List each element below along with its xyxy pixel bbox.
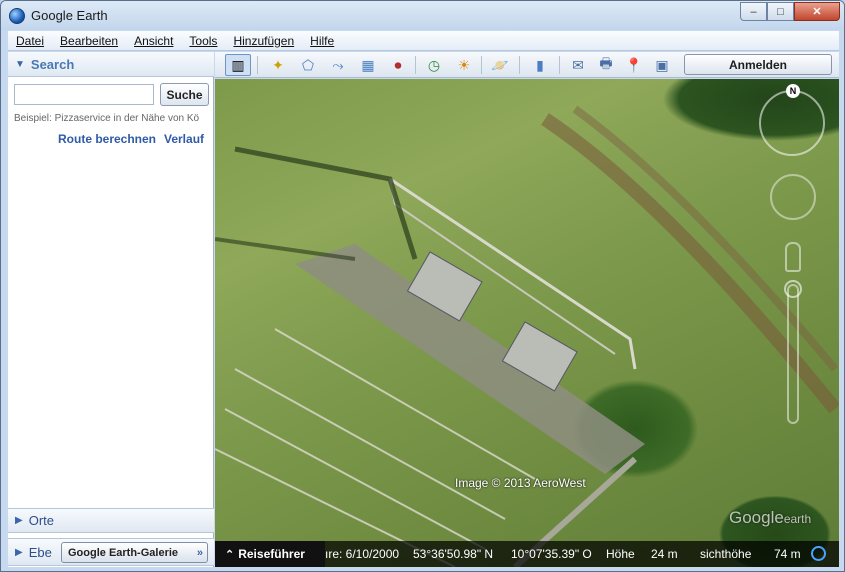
google-earth-watermark: Googleearth: [729, 508, 811, 528]
window-title: Google Earth: [31, 8, 108, 23]
aerial-imagery: [215, 105, 839, 567]
record-tour-icon[interactable]: ⏺: [385, 54, 411, 76]
streaming-progress-icon: [811, 546, 826, 561]
expand-triangle-icon: ▶: [15, 515, 23, 526]
navigation-controls: N: [755, 84, 835, 434]
toolbar-separator: [257, 56, 258, 74]
compass-ring[interactable]: [759, 90, 825, 156]
menu-tools[interactable]: Tools: [181, 34, 225, 48]
toolbar-separator: [519, 56, 520, 74]
sidebar-toggle-icon[interactable]: ▥: [225, 54, 251, 76]
zoom-in-icon[interactable]: [784, 280, 802, 298]
minimize-button[interactable]: –: [740, 2, 767, 21]
eye-altitude-value: 74 m: [774, 547, 801, 561]
search-example-hint: Beispiel: Pizzaservice in der Nähe von K…: [14, 113, 200, 124]
planets-icon[interactable]: 🪐: [487, 54, 513, 76]
collapse-triangle-icon: ▼: [15, 58, 25, 70]
eye-altitude-label: sichthöhe: [700, 547, 752, 561]
toolbar-separator: [415, 56, 416, 74]
status-bar: ⌃ Reiseführer ıre: 6/10/2000 53°36'50.98…: [215, 541, 839, 567]
imagery-date: ıre: 6/10/2000: [325, 547, 400, 561]
watermark-text: Google: [729, 508, 784, 527]
close-button[interactable]: ✕: [794, 2, 840, 21]
title-bar[interactable]: Google Earth – □ ✕: [1, 1, 844, 30]
menu-help[interactable]: Hilfe: [302, 34, 342, 48]
main-toolbar: ▥ ✦ ⬠ ⤳ ▦ ⏺ ◷ ☀ 🪐 ▮ ✉ 🖶 📍 ▣ Anmelden: [215, 52, 839, 78]
sidebar-panel: ▼ Search Suche Beispiel: Pizzaservice in…: [8, 52, 214, 567]
history-link[interactable]: Verlauf: [164, 132, 204, 146]
window-bottom-border: [1, 567, 844, 571]
print-icon[interactable]: 🖶: [593, 54, 619, 76]
sign-in-button[interactable]: Anmelden: [684, 54, 832, 75]
elevation-label: Höhe: [606, 547, 635, 561]
placemark-icon[interactable]: ✦: [265, 54, 291, 76]
maximize-button[interactable]: □: [767, 2, 794, 21]
save-image-icon[interactable]: ▣: [649, 54, 675, 76]
polygon-icon[interactable]: ⬠: [295, 54, 321, 76]
imagery-credit: Image © 2013 AeroWest: [455, 476, 586, 490]
menu-bar: Datei Bearbeiten Ansicht Tools Hinzufüge…: [8, 31, 839, 51]
ruler-icon[interactable]: ▮: [527, 54, 553, 76]
expand-triangle-icon: ▶: [15, 546, 23, 558]
chevron-up-icon: ⌃: [225, 548, 235, 561]
menu-view[interactable]: Ansicht: [126, 34, 181, 48]
toolbar-separator: [559, 56, 560, 74]
tour-guide-button[interactable]: ⌃ Reiseführer: [215, 541, 325, 567]
search-input[interactable]: [14, 84, 154, 105]
places-panel-title: Orte: [28, 513, 54, 528]
email-icon[interactable]: ✉: [565, 54, 591, 76]
zoom-slider[interactable]: [787, 284, 799, 424]
tour-guide-label: Reiseführer: [238, 547, 305, 561]
earth-gallery-label: Google Earth-Galerie: [68, 546, 179, 559]
latitude-readout: 53°36'50.98" N: [413, 547, 494, 561]
historical-imagery-icon[interactable]: ◷: [421, 54, 447, 76]
menu-add[interactable]: Hinzufügen: [225, 34, 302, 48]
toolbar-separator: [481, 56, 482, 74]
search-panel-header[interactable]: ▼ Search: [8, 52, 214, 77]
image-overlay-icon[interactable]: ▦: [355, 54, 381, 76]
menu-edit[interactable]: Bearbeiten: [52, 34, 126, 48]
get-directions-link[interactable]: Route berechnen: [58, 132, 156, 146]
earth-gallery-button[interactable]: Google Earth-Galerie »: [61, 542, 208, 563]
path-icon[interactable]: ⤳: [325, 54, 351, 76]
places-panel-header[interactable]: ▶ Orte: [8, 508, 214, 533]
menu-file[interactable]: Datei: [8, 34, 52, 48]
map-viewport[interactable]: Image © 2013 AeroWest Googleearth N: [215, 79, 839, 567]
double-chevron-right-icon: »: [196, 546, 203, 559]
window-controls: – □ ✕: [740, 2, 840, 21]
google-earth-logo-icon: [9, 8, 25, 24]
longitude-readout: 10°07'35.39" O: [511, 547, 592, 561]
look-joystick[interactable]: [770, 174, 816, 220]
google-maps-icon[interactable]: 📍: [621, 54, 647, 76]
sunlight-icon[interactable]: ☀: [451, 54, 477, 76]
search-button[interactable]: Suche: [160, 83, 209, 106]
compass-north-icon[interactable]: N: [786, 84, 800, 98]
elevation-value: 24 m: [651, 547, 678, 561]
street-view-pegman-icon[interactable]: [785, 242, 801, 272]
watermark-suffix: earth: [783, 512, 812, 526]
layers-panel-title: Ebe: [28, 544, 52, 560]
application-window: Google Earth – □ ✕ Datei Bearbeiten Ansi…: [0, 0, 845, 572]
search-panel-title: Search: [30, 56, 75, 72]
